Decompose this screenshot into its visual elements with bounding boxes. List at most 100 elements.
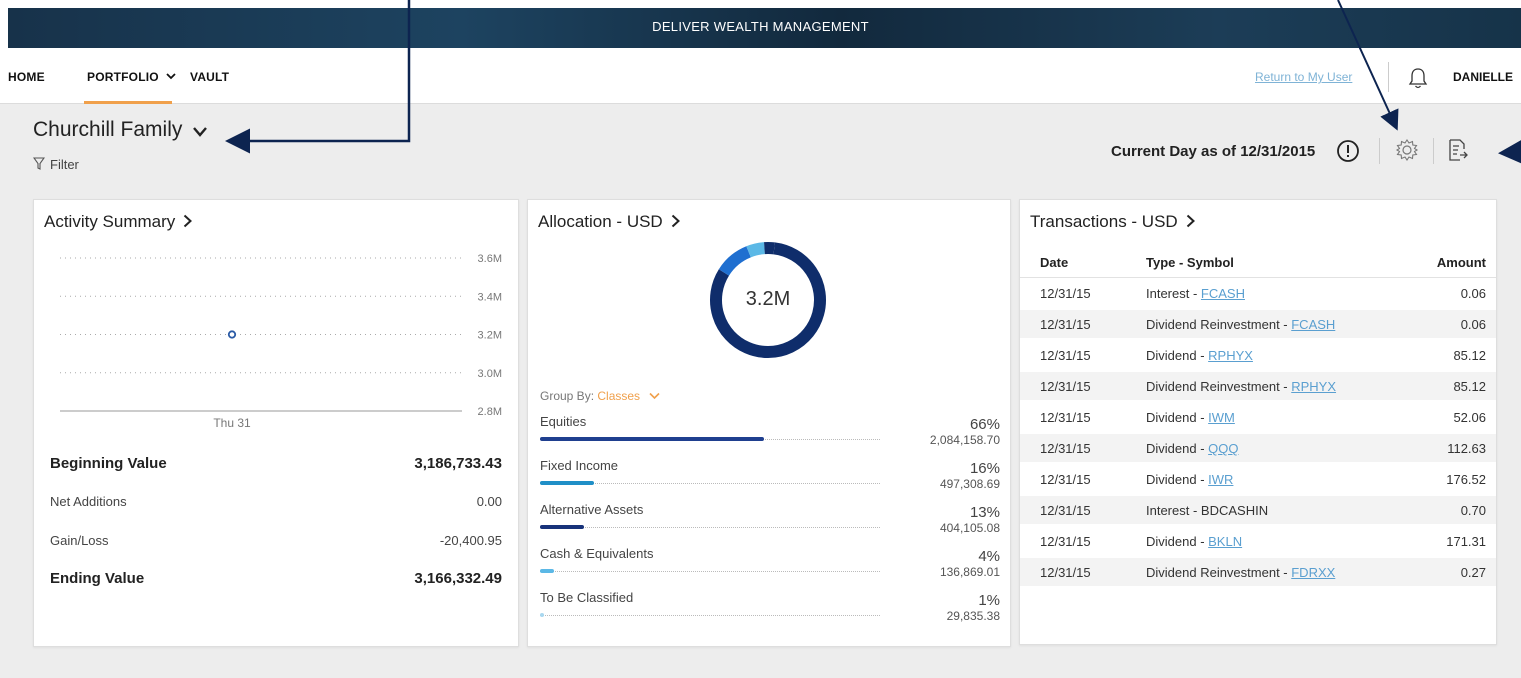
symbol-link[interactable]: RPHYX — [1291, 379, 1336, 394]
allocation-percent: 66% — [969, 416, 1000, 433]
allocation-title[interactable]: Allocation - USD — [538, 212, 680, 232]
bell-icon[interactable] — [1407, 66, 1429, 90]
user-name[interactable]: DANIELLE — [1453, 70, 1513, 84]
cell-amount: 0.06 — [1460, 317, 1486, 332]
cell-type: Interest - BDCASHIN — [1146, 503, 1268, 518]
alert-icon[interactable] — [1335, 138, 1361, 164]
nav-divider — [1388, 62, 1389, 92]
allocation-amount: 497,308.69 — [939, 477, 1000, 491]
allocation-track — [540, 527, 880, 528]
y-tick-label: 3.0M — [478, 368, 502, 380]
table-row[interactable]: 12/31/15 Dividend Reinvestment - FDRXX 0.2… — [1020, 558, 1496, 586]
column-header-type[interactable]: Type - Symbol — [1146, 255, 1234, 270]
y-tick-label: 2.8M — [478, 406, 502, 418]
cell-type-text: Dividend - — [1146, 348, 1209, 363]
column-header-date[interactable]: Date — [1040, 255, 1068, 270]
cell-type-text: Dividend Reinvestment - — [1146, 565, 1292, 580]
nav-home[interactable]: HOME — [8, 70, 45, 84]
table-row[interactable]: 12/31/15 Dividend - IWM 52.06 — [1020, 403, 1496, 431]
symbol-link[interactable]: IWR — [1208, 472, 1233, 487]
cell-amount: 0.06 — [1460, 286, 1486, 301]
cell-type-text: Dividend Reinvestment - — [1146, 379, 1292, 394]
chevron-down-icon[interactable] — [192, 126, 208, 138]
row-value: 3,166,332.49 — [414, 570, 502, 587]
top-banner: DELIVER WEALTH MANAGEMENT — [0, 0, 1521, 52]
cell-type: Dividend - RPHYX — [1146, 348, 1253, 363]
cell-date: 12/31/15 — [1040, 534, 1091, 549]
symbol-link[interactable]: RPHYX — [1208, 348, 1253, 363]
data-point — [227, 330, 237, 339]
chevron-down-icon — [649, 392, 660, 400]
cell-type-text: Dividend - — [1146, 534, 1209, 549]
page-title[interactable]: Churchill Family — [33, 118, 182, 142]
cell-date: 12/31/15 — [1040, 503, 1091, 518]
gear-icon[interactable] — [1394, 137, 1420, 163]
transactions-title[interactable]: Transactions - USD — [1030, 212, 1195, 232]
table-row[interactable]: 12/31/15 Interest - BDCASHIN 0.70 — [1020, 496, 1496, 524]
symbol-link[interactable]: QQQ — [1208, 441, 1238, 456]
cell-date: 12/31/15 — [1040, 379, 1091, 394]
cell-type: Dividend Reinvestment - RPHYX — [1146, 379, 1336, 394]
allocation-item[interactable]: Equities 66% 2,084,158.70 — [540, 414, 1000, 460]
row-value: 3,186,733.43 — [414, 455, 502, 472]
table-row[interactable]: 12/31/15 Dividend - RPHYX 85.12 — [1020, 341, 1496, 369]
allocation-name: Fixed Income — [540, 458, 619, 473]
column-header-amount[interactable]: Amount — [1437, 255, 1486, 270]
nav-active-indicator — [84, 101, 172, 104]
symbol-link[interactable]: BKLN — [1208, 534, 1242, 549]
cell-type-text: Interest - BDCASHIN — [1146, 503, 1269, 518]
export-icon[interactable] — [1447, 137, 1469, 163]
cell-date: 12/31/15 — [1040, 441, 1091, 456]
cell-type: Interest - FCASH — [1146, 286, 1245, 301]
table-row[interactable]: 12/31/15 Dividend Reinvestment - FCASH 0.0… — [1020, 310, 1496, 338]
donut-center-value: 3.2M — [745, 288, 791, 310]
allocation-bar — [540, 481, 595, 485]
table-row[interactable]: 12/31/15 Dividend - QQQ 112.63 — [1020, 434, 1496, 462]
allocation-name: Alternative Assets — [540, 502, 644, 517]
header-divider — [1433, 138, 1434, 164]
allocation-label: Allocation - USD — [538, 212, 663, 231]
nav-vault[interactable]: VAULT — [190, 70, 229, 84]
allocation-track — [540, 615, 880, 616]
cell-date: 12/31/15 — [1040, 286, 1091, 301]
allocation-percent: 16% — [969, 460, 1000, 477]
allocation-item[interactable]: Fixed Income 16% 497,308.69 — [540, 458, 1000, 504]
allocation-track — [540, 571, 880, 572]
allocation-item[interactable]: Cash & Equivalents 4% 136,869.01 — [540, 546, 1000, 592]
table-row[interactable]: 12/31/15 Dividend - IWR 176.52 — [1020, 465, 1496, 493]
allocation-item[interactable]: Alternative Assets 13% 404,105.08 — [540, 502, 1000, 548]
cell-type: Dividend Reinvestment - FDRXX — [1146, 565, 1335, 580]
row-label: Gain/Loss — [50, 533, 109, 548]
as-of-date: Current Day as of 12/31/2015 — [1111, 143, 1316, 160]
symbol-link[interactable]: FCASH — [1291, 317, 1335, 332]
cell-date: 12/31/15 — [1040, 348, 1091, 363]
filter-label[interactable]: Filter — [50, 157, 79, 172]
symbol-link[interactable]: IWM — [1208, 410, 1235, 425]
cell-amount: 85.12 — [1453, 348, 1486, 363]
group-by-value: Classes — [597, 389, 641, 403]
allocation-amount: 404,105.08 — [939, 521, 1000, 535]
cell-amount: 0.27 — [1460, 565, 1486, 580]
allocation-amount: 2,084,158.70 — [929, 433, 1000, 447]
cell-amount: 52.06 — [1453, 410, 1486, 425]
cell-type: Dividend Reinvestment - FCASH — [1146, 317, 1335, 332]
symbol-link[interactable]: FCASH — [1201, 286, 1245, 301]
allocation-bar — [540, 525, 585, 529]
annotation-arrow — [1498, 139, 1521, 165]
group-by-label: Group By: — [540, 389, 595, 403]
nav-portfolio[interactable]: PORTFOLIO — [87, 70, 176, 84]
symbol-link[interactable]: FDRXX — [1291, 565, 1335, 580]
cell-amount: 176.52 — [1446, 472, 1486, 487]
group-by-selector[interactable]: Group By: Classes — [540, 389, 660, 403]
activity-chart: 3.6M 3.4M 3.2M 3.0M 2.8M Thu 31 — [60, 253, 502, 430]
table-row[interactable]: 12/31/15 Interest - FCASH 0.06 — [1020, 279, 1496, 307]
allocation-item[interactable]: To Be Classified 1% 29,835.38 — [540, 590, 1000, 636]
filter-icon[interactable] — [33, 157, 45, 171]
row-label: Beginning Value — [50, 455, 167, 472]
row-value: -20,400.95 — [439, 533, 502, 548]
table-row[interactable]: 12/31/15 Dividend Reinvestment - RPHYX 85.… — [1020, 372, 1496, 400]
return-to-my-user-link[interactable]: Return to My User — [1255, 70, 1352, 84]
allocation-bar — [540, 613, 544, 617]
table-row[interactable]: 12/31/15 Dividend - BKLN 171.31 — [1020, 527, 1496, 555]
donut-segment — [718, 246, 752, 276]
